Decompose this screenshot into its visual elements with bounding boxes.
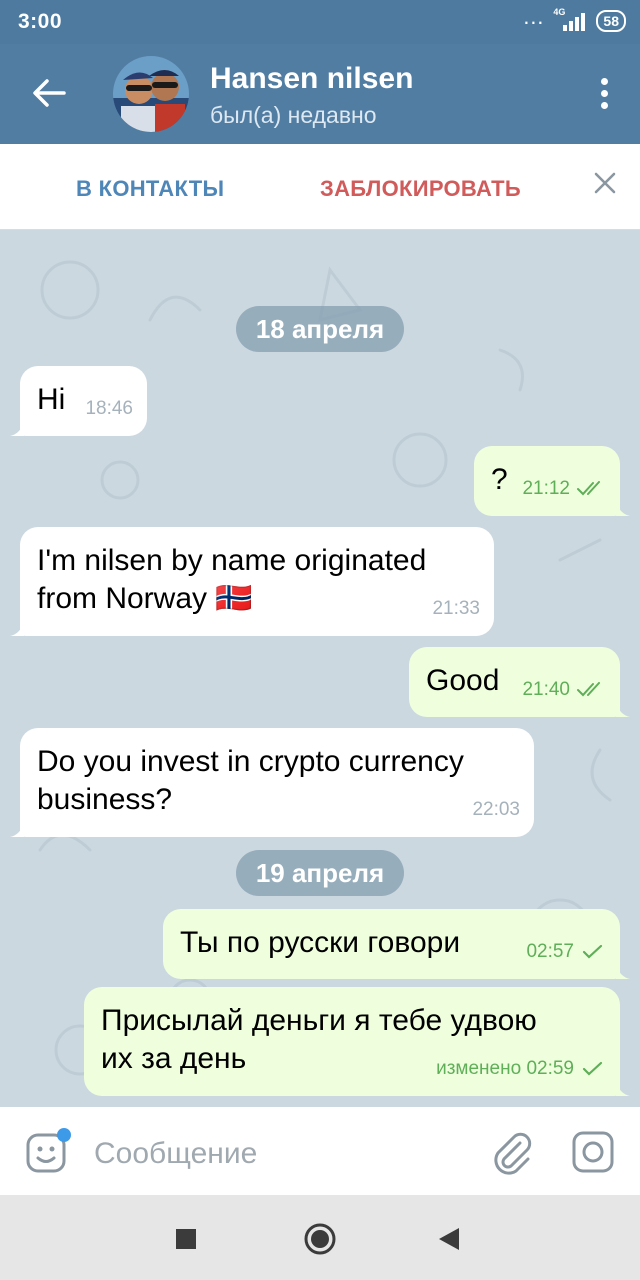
message-time: 02:57 xyxy=(526,941,574,962)
message-text: Hi xyxy=(37,383,66,416)
message-text-line: I'm nilsen by name originated xyxy=(37,544,427,577)
message-meta: 21:40 xyxy=(522,671,606,709)
more-vert-icon[interactable] xyxy=(598,78,610,112)
status-icons: … 4G 58 xyxy=(522,4,626,32)
message-time: 21:12 xyxy=(522,478,570,499)
incoming-message[interactable]: I'm nilsen by name originated from Norway… xyxy=(10,527,494,636)
message-input[interactable]: Сообщение xyxy=(94,1137,257,1171)
message-time: изменено 02:59 xyxy=(436,1058,574,1079)
attach-icon[interactable] xyxy=(490,1129,534,1175)
network-type: 4G xyxy=(553,7,566,17)
message-composer: Сообщение xyxy=(0,1107,640,1195)
chat-header: Hansen nilsen был(а) недавно xyxy=(0,44,640,144)
message-text-line: Присылай деньги я тебе удвою xyxy=(101,1004,537,1037)
double-check-icon xyxy=(577,481,600,496)
message-meta: 21:12 xyxy=(522,470,606,508)
status-time: 3:00 xyxy=(18,10,63,33)
message-time: 21:33 xyxy=(432,598,480,619)
back-button[interactable] xyxy=(437,1226,461,1252)
message-time: 18:46 xyxy=(85,398,133,419)
date-separator: 19 апреля xyxy=(236,850,404,896)
single-check-icon xyxy=(582,1061,603,1076)
message-text: Good xyxy=(426,664,500,697)
outgoing-message[interactable]: Присылай деньги я тебе удвою их за день и… xyxy=(84,987,630,1096)
message-text: Ты по русски говори xyxy=(180,926,461,959)
back-arrow-icon[interactable] xyxy=(32,78,66,108)
outgoing-message[interactable]: Ты по русски говори 02:57 xyxy=(163,909,630,979)
outgoing-message[interactable]: ? 21:12 xyxy=(474,446,630,516)
signal-icon: 4G xyxy=(553,7,587,31)
date-separator: 18 апреля xyxy=(236,306,404,352)
add-to-contacts-button[interactable]: В КОНТАКТЫ xyxy=(76,176,224,202)
message-meta: 02:57 xyxy=(526,933,606,971)
message-meta: изменено 02:59 xyxy=(436,1050,606,1088)
message-text-line: Do you invest in crypto currency xyxy=(37,745,464,778)
status-bar: 3:00 … 4G 58 xyxy=(0,0,640,44)
incoming-message[interactable]: Do you invest in crypto currency business… xyxy=(10,728,534,837)
system-nav-bar xyxy=(0,1195,640,1280)
outgoing-message[interactable]: Good 21:40 xyxy=(409,647,630,717)
message-text: ? xyxy=(491,463,508,496)
single-check-icon xyxy=(582,944,603,959)
recent-apps-button[interactable] xyxy=(176,1229,196,1249)
message-text-line: from Norway 🇳🇴 xyxy=(37,582,253,615)
home-button[interactable] xyxy=(303,1222,337,1256)
incoming-message[interactable]: Hi 18:46 xyxy=(10,366,147,436)
block-user-button[interactable]: ЗАБЛОКИРОВАТЬ xyxy=(320,176,521,202)
close-icon[interactable] xyxy=(594,172,616,194)
last-seen-status: был(а) недавно xyxy=(210,102,377,128)
notification-dots-icon: … xyxy=(522,4,545,29)
spam-action-bar: В КОНТАКТЫ ЗАБЛОКИРОВАТЬ xyxy=(0,144,640,230)
message-text-line: business? xyxy=(37,783,173,816)
contact-name[interactable]: Hansen nilsen xyxy=(210,62,413,96)
battery-icon: 58 xyxy=(596,10,626,32)
avatar[interactable] xyxy=(113,56,189,132)
emoji-icon[interactable] xyxy=(24,1127,72,1175)
camera-icon[interactable] xyxy=(570,1129,616,1175)
chat-history[interactable]: 18 апреля Hi 18:46 ? 21:12 I'm nilsen by… xyxy=(0,230,640,1107)
double-check-icon xyxy=(577,682,600,697)
message-time: 21:40 xyxy=(522,679,570,700)
message-time: 22:03 xyxy=(472,799,520,820)
